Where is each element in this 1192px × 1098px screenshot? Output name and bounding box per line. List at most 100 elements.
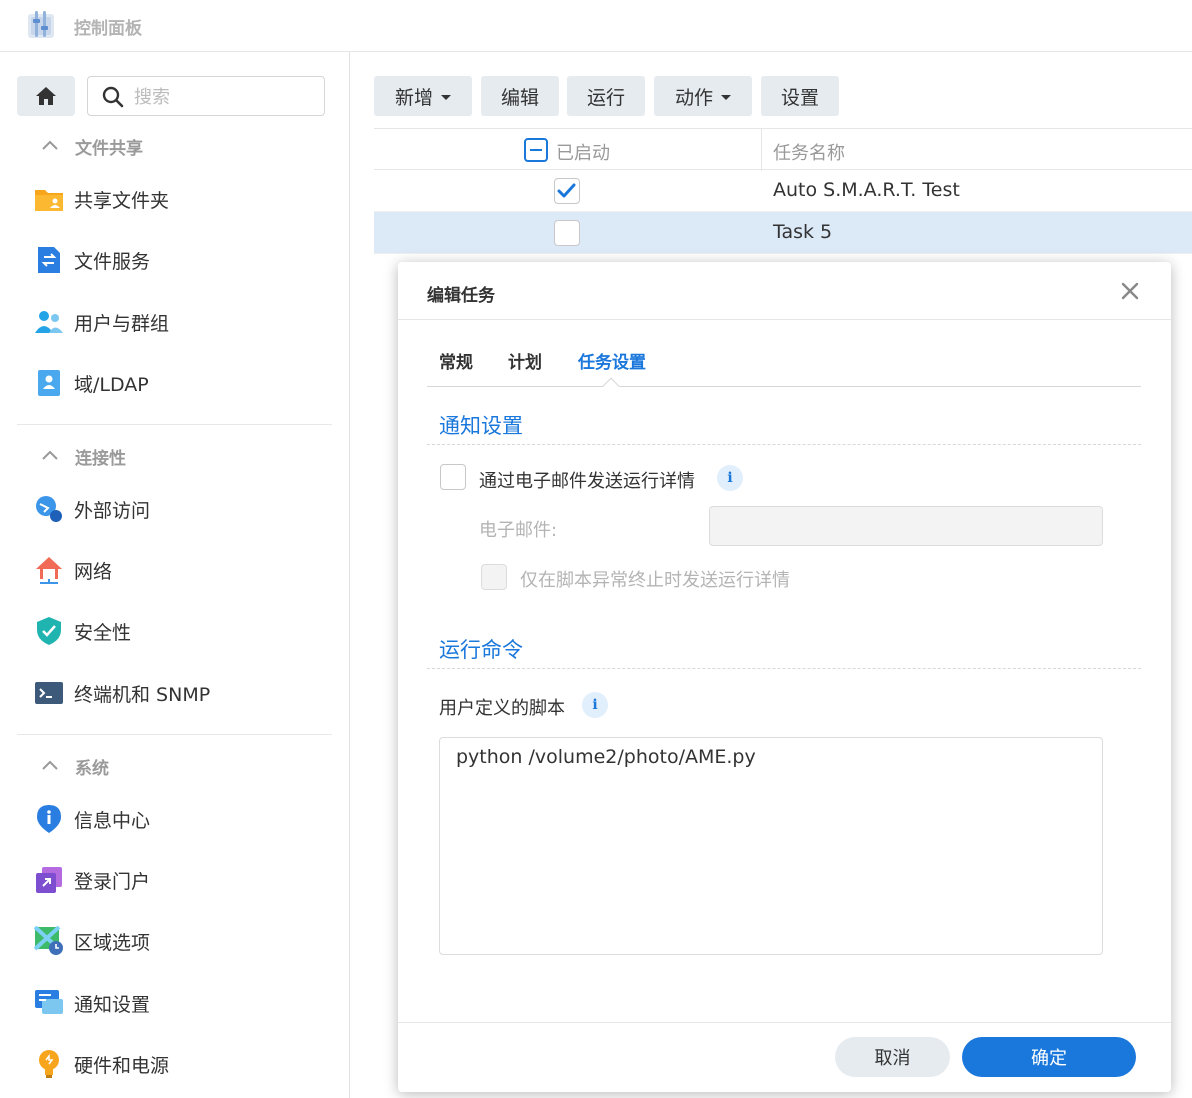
active-tab-pointer	[602, 377, 620, 395]
control-panel-app-icon	[28, 11, 54, 38]
home-icon	[36, 87, 56, 105]
sidebar-item-external-access[interactable]: 外部访问	[34, 492, 150, 526]
abnormal-only-checkbox[interactable]	[481, 564, 507, 590]
ok-button-label: 确定	[1031, 1048, 1067, 1069]
network-icon	[34, 555, 64, 585]
section-title: 文件共享	[75, 138, 143, 159]
edit-task-dialog: 编辑任务 常规 计划 任务设置 通知设置 通过电子邮件发送运行详情 i 电子邮件…	[398, 262, 1171, 1092]
sidebar-item-label: 域/LDAP	[74, 373, 149, 396]
login-portal-icon	[34, 865, 64, 895]
column-header-task-name[interactable]: 任务名称	[773, 139, 845, 165]
section-dashed-divider	[427, 668, 1141, 669]
close-icon[interactable]	[1119, 280, 1141, 302]
section-title: 连接性	[75, 448, 126, 469]
sidebar-item-shared-folder[interactable]: 共享文件夹	[34, 182, 169, 216]
tab-schedule[interactable]: 计划	[508, 348, 542, 373]
sidebar-item-label: 文件服务	[74, 250, 151, 273]
window-titlebar: 控制面板	[0, 0, 1192, 52]
tab-general[interactable]: 常规	[439, 348, 473, 373]
sidebar-item-label: 共享文件夹	[74, 189, 170, 212]
sidebar-item-terminal-snmp[interactable]: 终端机和 SNMP	[34, 676, 210, 710]
info-icon[interactable]: i	[582, 692, 608, 718]
sidebar-item-file-services[interactable]: 文件服务	[34, 243, 150, 277]
sidebar: 文件共享 共享文件夹 文件服务 用户与群组 域/LDAP 连接性 外部访问	[0, 52, 350, 1098]
checkmark-icon	[557, 183, 576, 198]
sidebar-item-label: 信息中心	[74, 809, 151, 832]
section-header-connectivity[interactable]: 连接性	[40, 444, 126, 469]
terminal-icon	[34, 678, 64, 708]
create-dropdown-button[interactable]: 新增	[374, 76, 472, 116]
sidebar-item-login-portal[interactable]: 登录门户	[34, 863, 150, 897]
search-box[interactable]	[87, 76, 325, 116]
sidebar-item-label: 登录门户	[74, 870, 151, 893]
caret-down-icon	[441, 94, 451, 100]
file-services-icon	[34, 245, 64, 275]
abnormal-only-label[interactable]: 仅在脚本异常终止时发送运行详情	[520, 566, 790, 592]
create-button-label: 新增	[394, 86, 433, 109]
sidebar-item-hardware-power[interactable]: 硬件和电源	[34, 1047, 169, 1081]
task-name-cell: Auto S.M.A.R.T. Test	[773, 179, 960, 201]
sidebar-divider	[17, 424, 332, 425]
enabled-checkbox[interactable]	[554, 178, 580, 204]
chevron-up-icon	[42, 140, 58, 150]
script-label: 用户定义的脚本	[439, 698, 565, 719]
app-title: 控制面板	[74, 19, 142, 39]
run-button-label: 运行	[586, 86, 625, 109]
edit-button[interactable]: 编辑	[481, 76, 559, 116]
action-button-label: 动作	[674, 86, 713, 109]
email-field[interactable]	[709, 506, 1103, 546]
settings-button[interactable]: 设置	[761, 76, 839, 116]
sidebar-item-network[interactable]: 网络	[34, 553, 112, 587]
sidebar-item-security[interactable]: 安全性	[34, 614, 131, 648]
tab-task-settings[interactable]: 任务设置	[578, 348, 646, 373]
sidebar-item-domain-ldap[interactable]: 域/LDAP	[34, 366, 149, 400]
settings-button-label: 设置	[780, 86, 819, 109]
regional-options-icon	[34, 926, 64, 956]
search-icon	[102, 86, 124, 108]
users-groups-icon	[34, 307, 64, 337]
tab-strip-underline	[427, 386, 1141, 387]
column-header-enabled[interactable]: 已启动	[556, 139, 610, 165]
send-email-checkbox[interactable]	[440, 464, 466, 490]
edit-button-label: 编辑	[500, 86, 539, 109]
cancel-button[interactable]: 取消	[835, 1037, 950, 1077]
sidebar-item-label: 硬件和电源	[74, 1054, 170, 1077]
section-title: 系统	[75, 758, 109, 779]
notify-section-title: 通知设置	[439, 414, 523, 438]
section-header-file-sharing[interactable]: 文件共享	[40, 134, 143, 159]
send-email-label[interactable]: 通过电子邮件发送运行详情	[479, 467, 695, 493]
section-dashed-divider	[427, 444, 1141, 445]
run-button[interactable]: 运行	[567, 76, 645, 116]
select-all-checkbox[interactable]	[524, 138, 548, 162]
section-header-system[interactable]: 系统	[40, 754, 109, 779]
sidebar-item-notification[interactable]: 通知设置	[34, 986, 150, 1020]
search-input[interactable]	[134, 83, 314, 111]
table-row[interactable]: Task 5	[374, 212, 1192, 254]
task-grid-header: 已启动 任务名称	[374, 128, 1192, 171]
sidebar-item-label: 外部访问	[74, 499, 151, 522]
sidebar-item-regional-options[interactable]: 区域选项	[34, 924, 150, 958]
security-shield-icon	[34, 616, 64, 646]
action-dropdown-button[interactable]: 动作	[654, 76, 752, 116]
sidebar-item-info-center[interactable]: 信息中心	[34, 802, 150, 836]
chevron-up-icon	[42, 450, 58, 460]
sidebar-item-label: 网络	[74, 560, 113, 583]
caret-down-icon	[721, 94, 731, 100]
domain-ldap-icon	[34, 368, 64, 398]
column-separator[interactable]	[761, 129, 762, 171]
command-section-title: 运行命令	[439, 638, 523, 662]
home-button[interactable]	[17, 76, 75, 116]
ok-button[interactable]: 确定	[962, 1037, 1136, 1077]
sidebar-item-label: 区域选项	[74, 931, 151, 954]
table-row[interactable]: Auto S.M.A.R.T. Test	[374, 170, 1192, 212]
enabled-checkbox[interactable]	[554, 220, 580, 246]
sidebar-item-label: 终端机和 SNMP	[74, 683, 211, 706]
sidebar-item-users-groups[interactable]: 用户与群组	[34, 305, 169, 339]
task-name-cell: Task 5	[773, 221, 833, 243]
external-access-icon	[34, 494, 64, 524]
cancel-button-label: 取消	[874, 1048, 911, 1069]
sidebar-item-label: 安全性	[74, 621, 132, 644]
user-script-textarea[interactable]: python /volume2/photo/AME.py	[439, 737, 1103, 955]
info-icon[interactable]: i	[717, 465, 743, 491]
dialog-title: 编辑任务	[427, 286, 495, 306]
